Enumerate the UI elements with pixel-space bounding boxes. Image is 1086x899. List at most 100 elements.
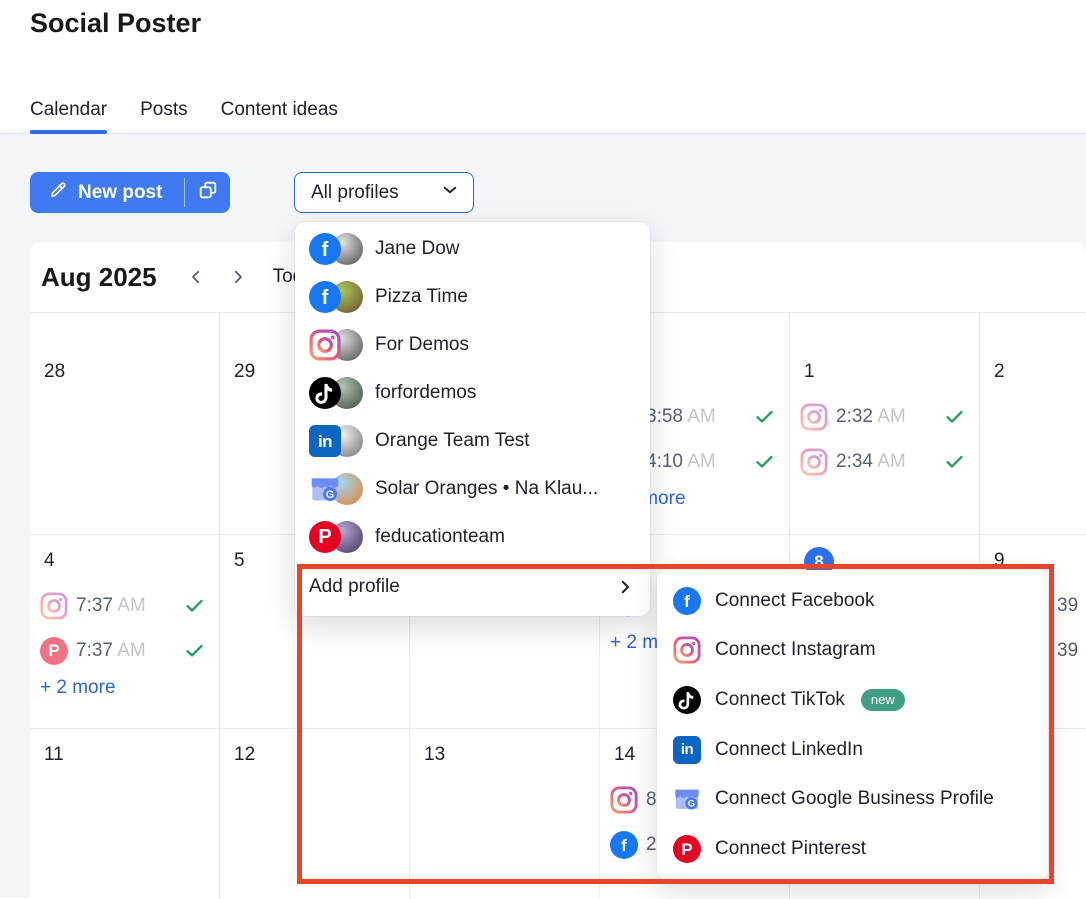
social-poster-page: Social Poster Calendar Posts Content ideas… (0, 0, 1086, 898)
profile-filter-select[interactable]: All profiles (294, 172, 474, 213)
date-number: 1 (804, 361, 979, 385)
new-post-split-button: New post (30, 172, 230, 213)
published-post-icon (800, 403, 828, 431)
instagram-icon (673, 636, 701, 664)
posts-list: 7:37 AM P 7:37 AM (30, 583, 219, 673)
date-number: 11 (44, 744, 219, 768)
profile-name: feducationteam (375, 526, 505, 548)
day-header (994, 323, 1086, 347)
connect-instagram-item[interactable]: Connect Instagram (657, 636, 1048, 664)
linkedin-icon: in (309, 425, 341, 457)
copy-icon (197, 179, 219, 206)
more-posts-link[interactable]: + 2 more (40, 677, 219, 699)
post-time-truncated: 39 (1057, 640, 1078, 662)
published-check-icon (944, 406, 965, 427)
connect-label: Connect Google Business Profile (715, 788, 994, 810)
pinterest-icon: P (309, 521, 341, 553)
calendar-cell[interactable]: 1 2:32 AM 2:34 AM (789, 313, 979, 534)
profile-name: Jane Dow (375, 238, 460, 260)
svg-text:G: G (688, 799, 695, 809)
published-check-icon (754, 451, 775, 472)
connect-label: Connect TikTok (715, 689, 845, 711)
add-profile-item[interactable]: Add profile (295, 565, 650, 609)
calendar-post[interactable]: 2:34 AM (790, 439, 979, 484)
published-check-icon (944, 451, 965, 472)
connect-label: Connect Facebook (715, 590, 875, 612)
profile-item[interactable]: G Solar Oranges • Na Klau... (295, 465, 650, 513)
facebook-icon: f (673, 587, 701, 615)
instagram-icon (40, 592, 68, 620)
profile-name: Orange Team Test (375, 430, 530, 452)
copy-post-button[interactable] (185, 172, 230, 213)
new-badge: new (861, 689, 905, 711)
profile-icon-pair: P (309, 521, 363, 553)
connect-linkedin-item[interactable]: in Connect LinkedIn (657, 736, 1048, 764)
instagram-icon (800, 403, 828, 431)
profile-icon-pair: f (309, 233, 363, 265)
published-post-icon: P (40, 637, 68, 665)
post-time: 8 (646, 789, 657, 811)
google-business-icon: G (309, 473, 341, 505)
previous-month-button[interactable] (181, 262, 211, 292)
connect-tiktok-item[interactable]: Connect TikTok new (657, 686, 1048, 714)
post-time: 2:34 AM (836, 451, 906, 473)
calendar-cell[interactable]: 28 (30, 313, 219, 534)
tab-posts[interactable]: Posts (140, 99, 188, 133)
calendar-post[interactable]: 2:32 AM (790, 394, 979, 439)
calendar-cell[interactable]: 13 (409, 728, 599, 899)
profile-name: Pizza Time (375, 286, 468, 308)
tab-bar: Calendar Posts Content ideas (0, 99, 1086, 134)
profile-name: Solar Oranges • Na Klau... (375, 478, 598, 500)
instagram-icon (309, 329, 341, 361)
profile-item[interactable]: in Orange Team Test (295, 417, 650, 465)
page-title: Social Poster (30, 8, 201, 39)
connect-label: Connect Pinterest (715, 838, 866, 860)
profile-name: For Demos (375, 334, 469, 356)
profiles-dropdown: f Jane Dow f Pizza Time For Demos (295, 222, 650, 616)
tab-content-ideas[interactable]: Content ideas (221, 99, 338, 133)
profile-item[interactable]: f Jane Dow (295, 225, 650, 273)
profile-item[interactable]: forfordemos (295, 369, 650, 417)
connect-label: Connect Instagram (715, 639, 876, 661)
profile-item[interactable]: For Demos (295, 321, 650, 369)
date-number: 2 (994, 361, 1086, 385)
pencil-icon (48, 180, 68, 206)
date-number: 4 (44, 550, 219, 574)
post-time: 2:32 AM (836, 406, 906, 428)
tiktok-icon (673, 686, 701, 714)
calendar-post[interactable]: P 7:37 AM (30, 628, 219, 673)
profile-icon-pair: G (309, 473, 363, 505)
profile-name: forfordemos (375, 382, 476, 404)
tab-calendar[interactable]: Calendar (30, 99, 107, 133)
post-time-truncated: 39 (1057, 595, 1078, 617)
published-check-icon (754, 406, 775, 427)
instagram-icon (610, 786, 638, 814)
instagram-icon (800, 448, 828, 476)
next-month-button[interactable] (223, 262, 253, 292)
connect-google-item[interactable]: G Connect Google Business Profile (657, 785, 1048, 813)
calendar-cell[interactable]: 2 (979, 313, 1086, 534)
post-time: 3:58 AM (646, 406, 716, 428)
calendar-cell[interactable]: 4 7:37 AM P 7:37 AM + 2 more (30, 534, 219, 728)
date-number: 28 (44, 361, 219, 385)
calendar-cell[interactable]: 12 (219, 728, 409, 899)
new-post-button[interactable]: New post (30, 172, 184, 213)
pinterest-icon: P (40, 637, 68, 665)
published-check-icon (184, 595, 205, 616)
profile-item[interactable]: f Pizza Time (295, 273, 650, 321)
post-time: 7:37 AM (76, 595, 146, 617)
post-time: 7:37 AM (76, 640, 146, 662)
posts-list: 2:32 AM 2:34 AM (790, 394, 979, 484)
chevron-down-icon (441, 181, 459, 205)
published-check-icon (184, 640, 205, 661)
connect-facebook-item[interactable]: f Connect Facebook (657, 587, 1048, 615)
facebook-icon: f (610, 831, 638, 859)
facebook-icon: f (309, 281, 341, 313)
calendar-cell[interactable]: 11 (30, 728, 219, 899)
google-business-icon: G (673, 785, 701, 813)
published-post-icon (800, 448, 828, 476)
profile-item[interactable]: P feducationteam (295, 513, 650, 561)
day-header (44, 323, 219, 347)
connect-pinterest-item[interactable]: P Connect Pinterest (657, 835, 1048, 863)
calendar-post[interactable]: 7:37 AM (30, 583, 219, 628)
